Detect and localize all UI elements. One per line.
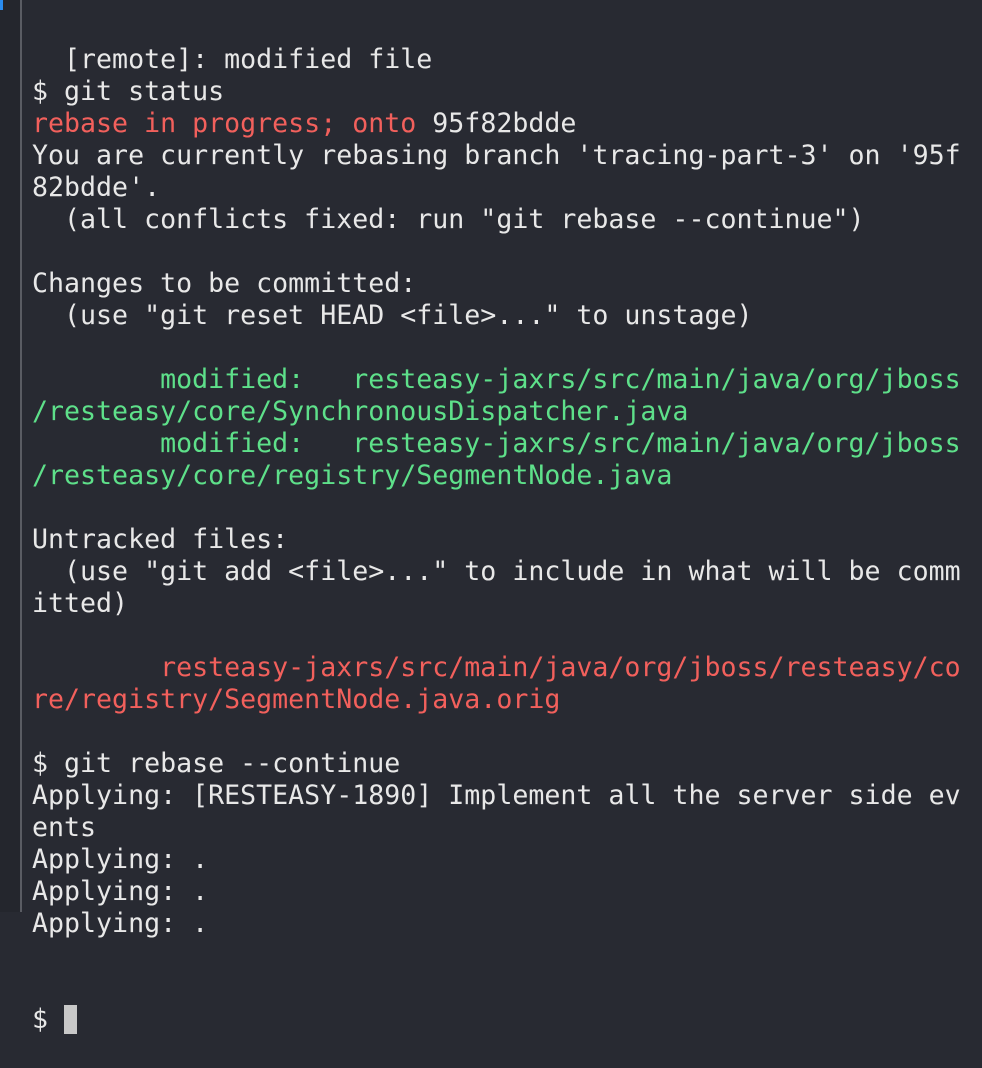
output-text: modified: resteasy-jaxrs/src/main/java/o… <box>32 428 961 459</box>
prompt: $ <box>32 1004 65 1035</box>
output-text: itted) <box>32 588 129 619</box>
output-line: Applying: . <box>32 908 961 940</box>
output-line: modified: resteasy-jaxrs/src/main/java/o… <box>32 364 961 396</box>
output-line: Applying: [RESTEASY-1890] Implement all … <box>32 780 961 812</box>
output-text: Applying: . <box>32 908 209 939</box>
output-line: Changes to be committed: <box>32 268 961 300</box>
output-line: $ git rebase --continue <box>32 748 961 780</box>
output-text: resteasy-jaxrs/src/main/java/org/jboss/r… <box>32 652 961 683</box>
output-text: Applying: . <box>32 844 209 875</box>
output-text: $ git status <box>32 76 225 107</box>
output-text: (use "git add <file>..." to include in w… <box>32 556 961 587</box>
output-text: Applying: [RESTEASY-1890] Implement all … <box>32 780 961 811</box>
output-line: $ git status <box>32 76 961 108</box>
output-text: (use "git reset HEAD <file>..." to unsta… <box>32 300 753 331</box>
output-text: /resteasy/core/SynchronousDispatcher.jav… <box>32 396 689 427</box>
output-text: /resteasy/core/registry/SegmentNode.java <box>32 460 673 491</box>
terminal-output[interactable]: [remote]: modified file $ git status rebas… <box>32 0 961 1068</box>
pane-divider <box>20 0 22 912</box>
output-text: $ git rebase --continue <box>32 748 401 779</box>
output-text: Applying: . <box>32 876 209 907</box>
output-text: [remote]: modified file <box>32 44 433 75</box>
output-line: (all conflicts fixed: run "git rebase --… <box>32 204 961 236</box>
output-text: ents <box>32 812 97 843</box>
output-line: (use "git reset HEAD <file>..." to unsta… <box>32 300 961 332</box>
output-text: re/registry/SegmentNode.java.orig <box>32 684 561 715</box>
output-text: (all conflicts fixed: run "git rebase --… <box>32 204 865 235</box>
output-line: /resteasy/core/SynchronousDispatcher.jav… <box>32 396 961 428</box>
output-text: 95f82bdde <box>432 108 577 139</box>
cursor <box>64 1005 78 1034</box>
output-line: Untracked files: <box>32 524 961 556</box>
prompt-line[interactable]: $ <box>32 1004 961 1036</box>
output-line: resteasy-jaxrs/src/main/java/org/jboss/r… <box>32 652 961 684</box>
output-line: You are currently rebasing branch 'traci… <box>32 140 961 172</box>
output-text: rebase in progress; onto <box>32 108 433 139</box>
output-text: You are currently rebasing branch 'traci… <box>32 140 961 171</box>
output-line: itted) <box>32 588 961 620</box>
output-line: 82bdde'. <box>32 172 961 204</box>
terminal-gutter <box>0 0 20 912</box>
output-line: re/registry/SegmentNode.java.orig <box>32 684 961 716</box>
output-line: modified: resteasy-jaxrs/src/main/java/o… <box>32 428 961 460</box>
output-text: Untracked files: <box>32 524 289 555</box>
output-lines: [remote]: modified file $ git status rebas… <box>32 44 961 940</box>
output-line: rebase in progress; onto 95f82bdde <box>32 108 961 140</box>
output-line: Applying: . <box>32 844 961 876</box>
active-pane-marker <box>0 0 3 10</box>
output-line: ents <box>32 812 961 844</box>
output-line: (use "git add <file>..." to include in w… <box>32 556 961 588</box>
output-line: [remote]: modified file <box>32 44 961 76</box>
output-text: Changes to be committed: <box>32 268 417 299</box>
output-text: 82bdde'. <box>32 172 161 203</box>
output-line: /resteasy/core/registry/SegmentNode.java <box>32 460 961 492</box>
output-text: modified: resteasy-jaxrs/src/main/java/o… <box>32 364 961 395</box>
output-line: Applying: . <box>32 876 961 908</box>
